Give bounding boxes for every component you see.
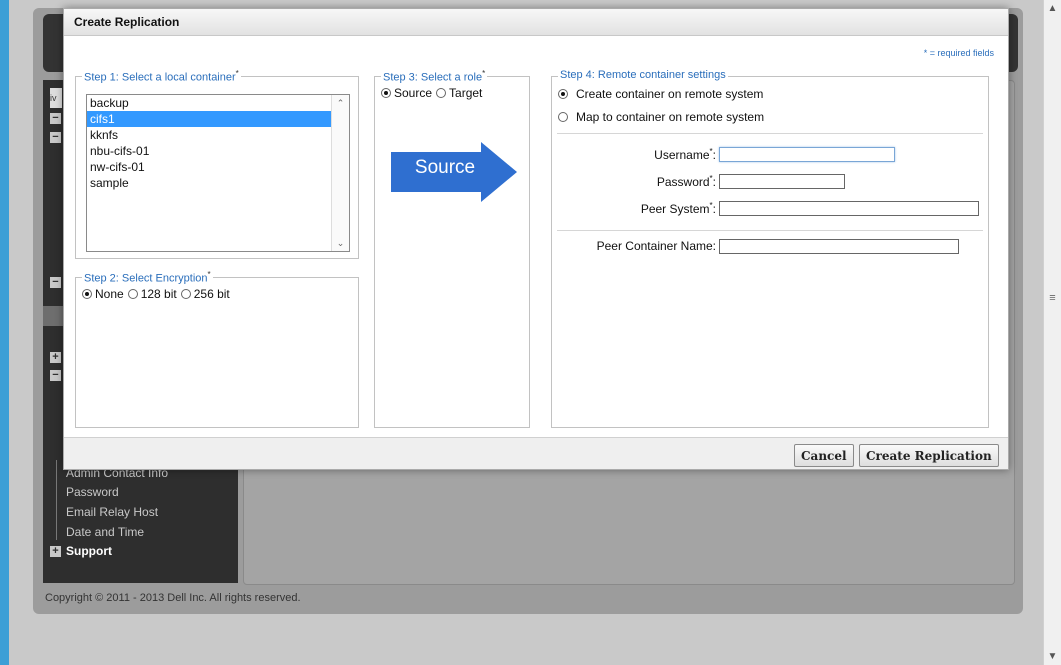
- dialog-footer: Cancel Create Replication: [64, 437, 1008, 469]
- radio-source-label[interactable]: Source: [394, 86, 432, 100]
- dialog-title-bar[interactable]: Create Replication: [64, 9, 1008, 36]
- local-container-listbox[interactable]: backup cifs1 kknfs nbu-cifs-01 nw-cifs-0…: [86, 94, 350, 252]
- step2-legend: Step 2: Select Encryption*: [82, 270, 213, 285]
- radio-map-remote-label[interactable]: Map to container on remote system: [576, 110, 764, 124]
- peer-system-input[interactable]: [719, 201, 979, 216]
- chevron-down-icon[interactable]: ⌄: [332, 235, 349, 251]
- list-item[interactable]: kknfs: [87, 127, 331, 143]
- sidebar-item-email-relay[interactable]: Email Relay Host: [66, 505, 158, 519]
- encryption-options: None 128 bit 256 bit: [82, 287, 230, 301]
- dialog-title: Create Replication: [74, 15, 180, 29]
- radio-none-label[interactable]: None: [95, 287, 124, 301]
- radio-create-remote[interactable]: [558, 89, 568, 99]
- create-remote-option: Create container on remote system: [558, 87, 763, 101]
- radio-target-label[interactable]: Target: [449, 86, 482, 100]
- divider: [557, 133, 983, 134]
- tree-line: [56, 460, 57, 540]
- scroll-grip-icon[interactable]: ≡: [1047, 292, 1058, 304]
- radio-create-remote-label[interactable]: Create container on remote system: [576, 87, 763, 101]
- radio-256bit-label[interactable]: 256 bit: [194, 287, 230, 301]
- sidebar-item-date-time[interactable]: Date and Time: [66, 525, 144, 539]
- collapse-icon[interactable]: −: [50, 113, 61, 124]
- listbox-scrollbar[interactable]: ⌃ ⌄: [331, 95, 349, 251]
- peer-system-label: Peer System*:: [640, 201, 716, 216]
- step3-fieldset: Step 3: Select a role* Source Target Sou…: [374, 69, 530, 428]
- password-input[interactable]: [719, 174, 845, 189]
- expand-icon[interactable]: +: [50, 546, 61, 557]
- create-replication-dialog: Create Replication * = required fields S…: [63, 8, 1009, 470]
- required-fields-note: * = required fields: [923, 48, 994, 58]
- create-replication-button[interactable]: Create Replication: [859, 444, 999, 467]
- list-item[interactable]: backup: [87, 95, 331, 111]
- cancel-button[interactable]: Cancel: [794, 444, 854, 467]
- expand-icon[interactable]: +: [50, 352, 61, 363]
- divider: [557, 230, 983, 231]
- radio-none[interactable]: [82, 289, 92, 299]
- list-item[interactable]: nbu-cifs-01: [87, 143, 331, 159]
- collapse-icon[interactable]: −: [50, 132, 61, 143]
- source-arrow-label: Source: [414, 157, 476, 178]
- radio-target[interactable]: [436, 88, 447, 98]
- scroll-down-arrow-icon[interactable]: ▼: [1044, 648, 1061, 665]
- collapse-icon[interactable]: −: [50, 370, 61, 381]
- step2-fieldset: Step 2: Select Encryption* None 128 bit …: [75, 270, 359, 428]
- step3-legend: Step 3: Select a role*: [381, 69, 488, 84]
- window-left-accent: [0, 0, 9, 665]
- radio-128bit[interactable]: [127, 289, 138, 299]
- step4-fieldset: Step 4: Remote container settings Create…: [551, 69, 989, 428]
- step1-legend: Step 1: Select a local container*: [82, 69, 241, 84]
- step1-fieldset: Step 1: Select a local container* backup…: [75, 69, 359, 259]
- sidebar-collapsed-tab[interactable]: iv: [50, 88, 62, 108]
- list-item[interactable]: sample: [87, 175, 331, 191]
- radio-256bit[interactable]: [180, 289, 191, 299]
- peer-container-label: Peer Container Name:: [596, 239, 716, 253]
- copyright-text: Copyright © 2011 - 2013 Dell Inc. All ri…: [45, 592, 301, 604]
- username-label: Username*:: [654, 147, 716, 162]
- sidebar-item-password[interactable]: Password: [66, 485, 119, 499]
- role-options: Source Target: [381, 86, 482, 100]
- radio-source[interactable]: [381, 88, 391, 98]
- sidebar-item-support[interactable]: Support: [66, 544, 112, 558]
- username-input[interactable]: [719, 147, 895, 162]
- radio-map-remote[interactable]: [558, 112, 568, 122]
- scroll-up-arrow-icon[interactable]: ▲: [1044, 0, 1061, 17]
- list-item[interactable]: nw-cifs-01: [87, 159, 331, 175]
- radio-128bit-label[interactable]: 128 bit: [141, 287, 177, 301]
- collapse-icon[interactable]: −: [50, 277, 61, 288]
- map-remote-option: Map to container on remote system: [558, 110, 764, 124]
- peer-container-input[interactable]: [719, 239, 959, 254]
- chevron-up-icon[interactable]: ⌃: [332, 95, 349, 111]
- page-scrollbar[interactable]: ▲ ≡ ▼: [1043, 0, 1061, 665]
- step4-legend: Step 4: Remote container settings: [558, 69, 728, 81]
- password-label: Password*:: [656, 174, 716, 189]
- list-item-selected[interactable]: cifs1: [87, 111, 331, 127]
